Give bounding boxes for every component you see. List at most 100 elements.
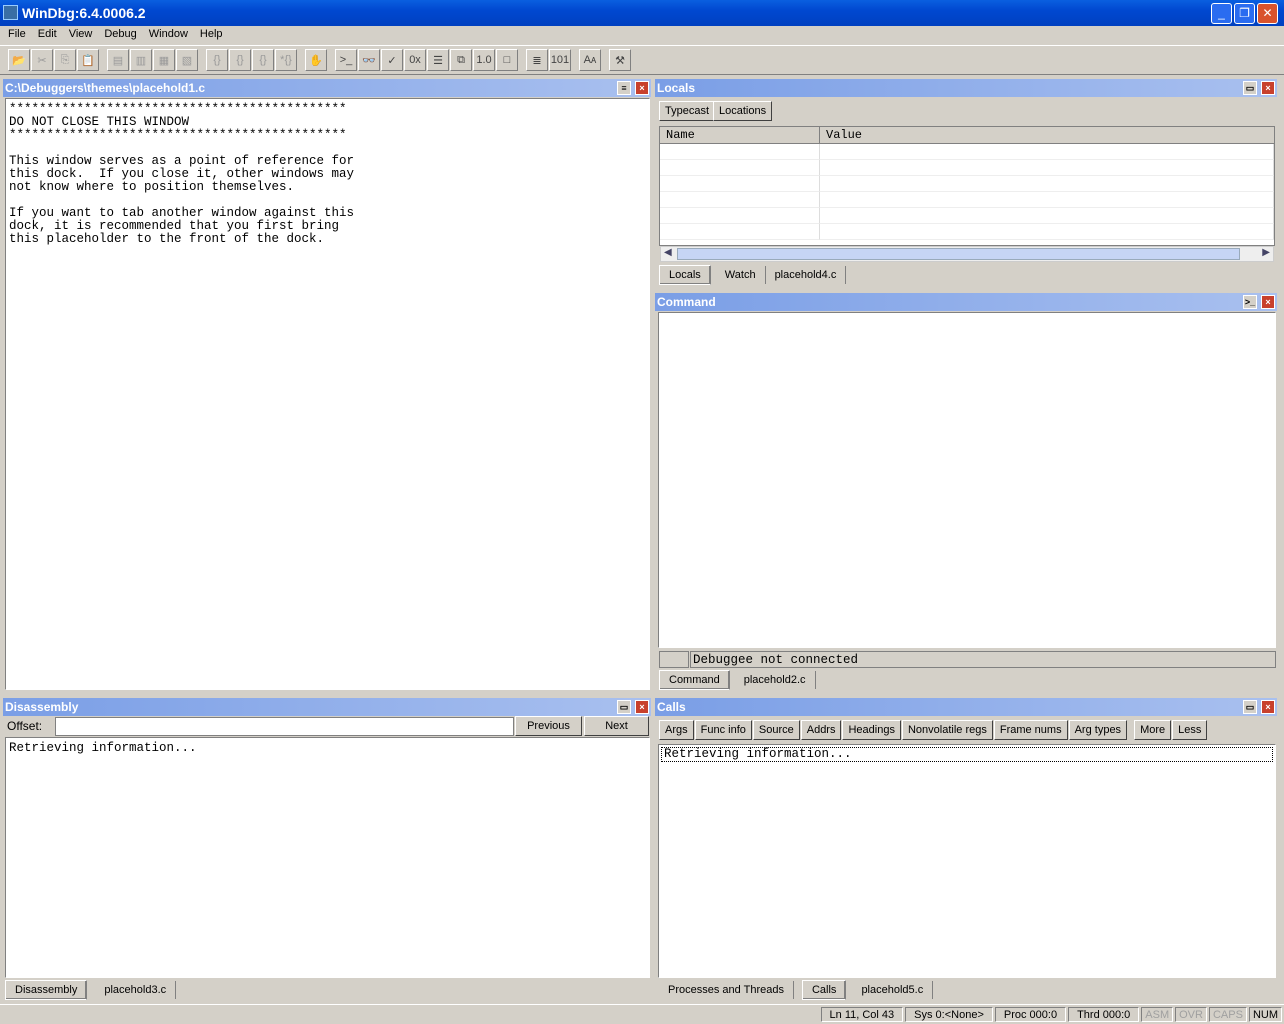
scroll-right-icon[interactable]: ▶ [1262,247,1270,258]
command-output[interactable] [658,312,1276,648]
toolbar: 📂✂⎘📋▤▥▦▧{}{}{}*{}✋>_👓✓0x☰⧉1.0□≣101Aᴀ⚒ [0,45,1284,75]
hex-mode-icon[interactable]: 101 [549,49,571,71]
menu-bar: FileEditViewDebugWindowHelp [0,26,1284,44]
break-icon[interactable]: ▧ [176,49,198,71]
command-title: Command [657,295,716,309]
dock-menu-icon[interactable]: ▭ [1243,700,1257,714]
tab-placehold3[interactable]: placehold3.c [95,981,176,999]
go-icon[interactable]: ▤ [107,49,129,71]
typecast-button[interactable]: Typecast [659,101,715,121]
disassembly-title-bar: Disassembly ▭ × [3,698,651,716]
more-button[interactable]: More [1134,720,1171,740]
menu-help[interactable]: Help [194,26,229,44]
horizontal-scrollbar[interactable]: ◀ ▶ [660,246,1274,262]
hand-icon[interactable]: ✋ [305,49,327,71]
calls-text: Retrieving information... [661,747,1273,762]
tab-placehold4[interactable]: placehold4.c [766,266,847,284]
locals-window-icon[interactable]: ✓ [381,49,403,71]
tab-locals[interactable]: Locals [659,265,711,285]
options-icon[interactable]: ⚒ [609,49,631,71]
close-pane-button[interactable]: × [1261,81,1275,95]
locations-button[interactable]: Locations [713,101,772,121]
next-button[interactable]: Next [584,716,649,736]
status-thread: Thrd 000:0 [1068,1007,1139,1022]
tab-watch[interactable]: Watch [716,266,766,284]
frame-nums-button[interactable]: Frame nums [994,720,1068,740]
menu-file[interactable]: File [2,26,32,44]
status-position: Ln 11, Col 43 [821,1007,904,1022]
calls-title-bar: Calls ▭× [655,698,1277,716]
dock-menu-icon[interactable]: ▭ [617,700,631,714]
restart-icon[interactable]: ▥ [130,49,152,71]
disassembly-window-icon[interactable]: 1.0 [473,49,495,71]
run-to-cursor-icon[interactable]: *{} [275,49,297,71]
menu-window[interactable]: Window [143,26,194,44]
args-button[interactable]: Args [659,720,694,740]
menu-edit[interactable]: Edit [32,26,63,44]
cut-icon[interactable]: ✂ [31,49,53,71]
status-ovr: OVR [1175,1007,1207,1022]
menu-debug[interactable]: Debug [98,26,142,44]
disassembly-text[interactable]: Retrieving information... [5,737,650,978]
command-window-icon[interactable]: >_ [335,49,357,71]
column-header-value[interactable]: Value [820,127,1274,144]
func-info-button[interactable]: Func info [695,720,752,740]
calls-toolbar: ArgsFunc infoSourceAddrsHeadingsNonvolat… [659,720,1207,740]
copy-icon[interactable]: ⎘ [54,49,76,71]
tab-placehold2[interactable]: placehold2.c [735,671,816,689]
close-pane-button[interactable]: × [635,700,649,714]
arg-types-button[interactable]: Arg types [1069,720,1127,740]
dock-menu-icon[interactable]: ≡ [617,81,631,95]
scroll-left-icon[interactable]: ◀ [664,247,672,258]
tab-calls[interactable]: Calls [802,980,846,1000]
calls-output[interactable]: Retrieving information... [658,744,1276,978]
step-out-icon[interactable]: {} [252,49,274,71]
tab-disassembly[interactable]: Disassembly [5,980,87,1000]
offset-input[interactable] [55,717,514,736]
previous-button[interactable]: Previous [515,716,582,736]
tab-processes-and-threads[interactable]: Processes and Threads [659,981,794,999]
menu-view[interactable]: View [63,26,99,44]
source-text[interactable]: ****************************************… [5,98,650,690]
dock-menu-icon[interactable]: ▭ [1243,81,1257,95]
nonvolatile-regs-button[interactable]: Nonvolatile regs [902,720,993,740]
watch-window-icon[interactable]: 👓 [358,49,380,71]
column-header-name[interactable]: Name [660,127,820,144]
open-icon[interactable]: 📂 [8,49,30,71]
tab-placehold5[interactable]: placehold5.c [852,981,933,999]
stop-debugging-icon[interactable]: ▦ [153,49,175,71]
command-status[interactable]: Debuggee not connected [690,651,1276,668]
calls-tabs: Processes and Threads Calls placehold5.c [659,979,933,1001]
step-into-icon[interactable]: {} [206,49,228,71]
locals-title: Locals [657,81,695,95]
source-window-title: C:\Debuggers\themes\placehold1.c [5,81,205,95]
tab-command[interactable]: Command [659,670,730,690]
command-dock-icon[interactable]: >_ [1243,295,1257,309]
font-icon[interactable]: Aᴀ [579,49,601,71]
close-pane-button[interactable]: × [1261,700,1275,714]
paste-icon[interactable]: 📋 [77,49,99,71]
headings-button[interactable]: Headings [842,720,900,740]
registers-window-icon[interactable]: 0x [404,49,426,71]
close-pane-button[interactable]: × [1261,295,1275,309]
call-stack-window-icon[interactable]: ⧉ [450,49,472,71]
close-button[interactable]: ✕ [1257,3,1278,24]
close-pane-button[interactable]: × [635,81,649,95]
step-over-icon[interactable]: {} [229,49,251,71]
restore-button[interactable]: ❐ [1234,3,1255,24]
window-title: WinDbg:6.4.0006.2 [22,5,146,21]
status-num: NUM [1249,1007,1282,1022]
memory-window-icon[interactable]: ☰ [427,49,449,71]
status-bar: Ln 11, Col 43 Sys 0:<None> Proc 000:0 Th… [0,1004,1284,1024]
less-button[interactable]: Less [1172,720,1207,740]
scrollbar-thumb[interactable] [677,248,1240,260]
scratch-pad-icon[interactable]: □ [496,49,518,71]
offset-label: Offset: [7,719,42,733]
minimize-button[interactable]: _ [1211,3,1232,24]
source-button[interactable]: Source [753,720,800,740]
disassembly-title: Disassembly [5,700,78,714]
source-mode-icon[interactable]: ≣ [526,49,548,71]
addrs-button[interactable]: Addrs [801,720,842,740]
title-bar: WinDbg:6.4.0006.2 [0,0,1284,26]
command-prompt [659,651,689,668]
